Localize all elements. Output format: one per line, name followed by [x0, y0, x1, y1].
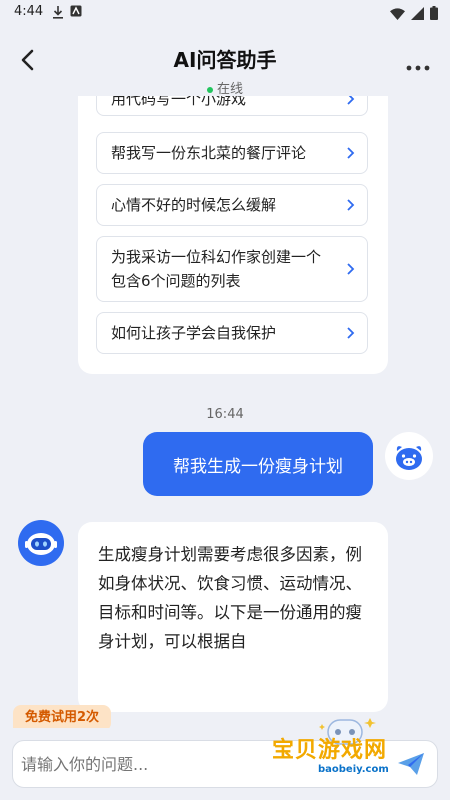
suggestion-label: 用代码写一个小游戏 — [111, 96, 247, 108]
suggestion-card: 用代码写一个小游戏 帮我写一份东北菜的餐厅评论 心情不好的时候怎么缓解 为我采访… — [78, 96, 388, 374]
robot-avatar-icon — [25, 533, 57, 555]
suggestion-item[interactable]: 心情不好的时候怎么缓解 — [96, 184, 368, 226]
user-message-text: 帮我生成一份瘦身计划 — [173, 456, 343, 477]
bot-message-bubble: 生成瘦身计划需要考虑很多因素，例如身体状况、饮食习惯、运动情况、目标和时间等。以… — [78, 522, 388, 712]
more-button[interactable] — [406, 58, 430, 71]
online-status: 在线 — [0, 78, 450, 97]
chevron-right-icon — [347, 147, 355, 159]
online-label: 在线 — [216, 82, 243, 97]
suggestion-item[interactable]: 用代码写一个小游戏 — [96, 96, 368, 116]
download-icon — [52, 5, 64, 19]
online-dot — [206, 86, 213, 93]
suggestion-item[interactable]: 帮我写一份东北菜的餐厅评论 — [96, 132, 368, 174]
pig-avatar-icon — [396, 446, 422, 470]
chevron-right-icon — [347, 327, 355, 339]
suggestion-label: 如何让孩子学会自我保护 — [111, 324, 277, 342]
message-timestamp: 16:44 — [206, 407, 244, 422]
chat-header: AI问答助手 在线 — [0, 26, 450, 97]
suggestion-item[interactable]: 如何让孩子学会自我保护 — [96, 312, 368, 354]
battery-icon — [430, 5, 438, 24]
app-notification-icon — [70, 5, 82, 19]
watermark-text: 宝贝游戏网 — [272, 738, 388, 763]
user-avatar[interactable] — [385, 432, 433, 480]
bot-avatar[interactable] — [18, 520, 64, 566]
more-dots-icon — [406, 65, 430, 71]
status-indicators — [390, 5, 438, 24]
bot-message-text: 生成瘦身计划需要考虑很多因素，例如身体状况、饮食习惯、运动情况、目标和时间等。以… — [98, 545, 362, 651]
suggestion-label: 为我采访一位科幻作家创建一个包含6个问题的列表 — [111, 248, 322, 290]
chevron-right-icon — [347, 199, 355, 211]
watermark-url: baobeiy.com — [318, 764, 389, 775]
page-title: AI问答助手 — [173, 48, 277, 72]
user-message-bubble: 帮我生成一份瘦身计划 — [143, 432, 373, 496]
wifi-icon — [390, 5, 405, 24]
status-time: 4:44 — [14, 4, 44, 19]
suggestion-label: 帮我写一份东北菜的餐厅评论 — [111, 144, 307, 162]
chevron-right-icon — [347, 263, 355, 275]
suggestion-label: 心情不好的时候怎么缓解 — [111, 196, 277, 214]
signal-icon — [411, 5, 424, 24]
status-bar: 4:44 — [0, 0, 450, 26]
chevron-right-icon — [347, 96, 355, 105]
suggestion-item[interactable]: 为我采访一位科幻作家创建一个包含6个问题的列表 — [96, 236, 368, 302]
